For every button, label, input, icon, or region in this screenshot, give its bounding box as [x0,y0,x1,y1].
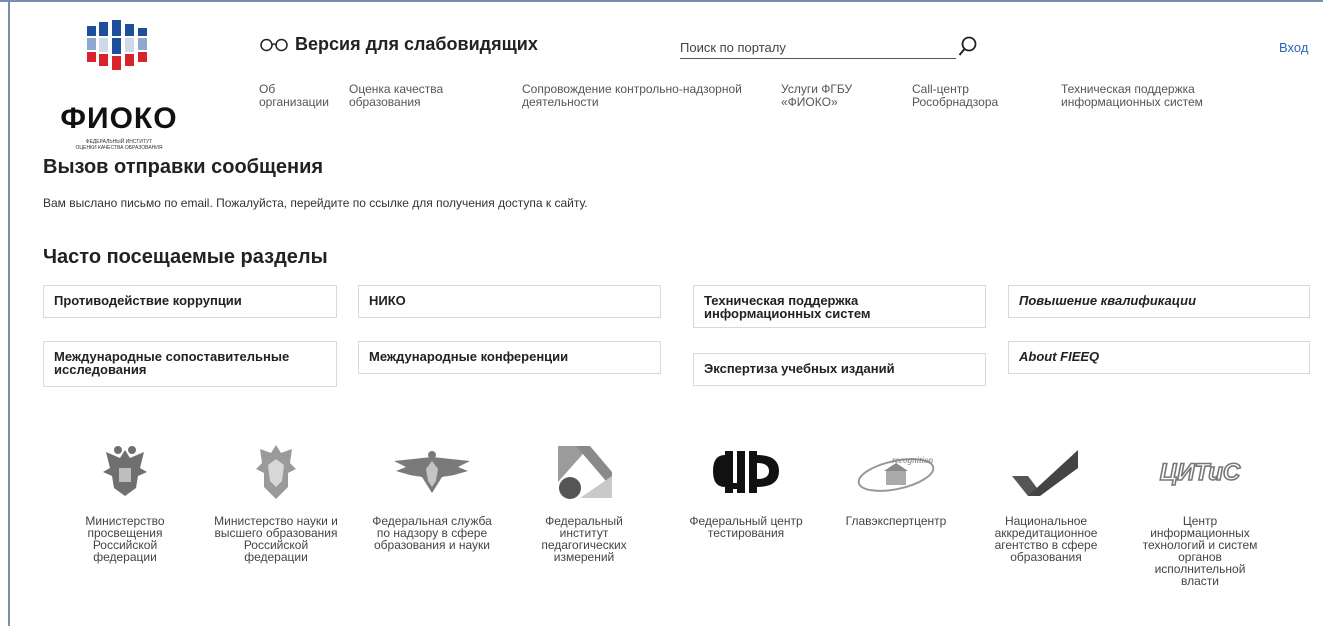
login-link[interactable]: Вход [1279,40,1308,55]
nav-tech-support[interactable]: Техническая поддержка информационных сис… [1061,83,1203,109]
section-card-textbook-expertise[interactable]: Экспертиза учебных изданий [693,353,986,386]
logo-subtitle-line-2: ОЦЕНКИ КАЧЕСТВА ОБРАЗОВАНИЯ [75,145,163,151]
card-label: About FIEEQ [1019,349,1100,364]
nav-call-center[interactable]: Call-центр Рособрнадзора [912,83,998,109]
card-label: исследования [54,362,147,377]
nav-services[interactable]: Услуги ФГБУ «ФИОКО» [781,83,852,109]
partner-caption-line: федерации [244,550,308,564]
partner-caption-line: Главэкспертцентр [845,514,947,528]
window-left-border [8,0,10,626]
nav-label-line: деятельности [522,95,599,109]
section-card-tech-support[interactable]: Техническая поддержка информационных сис… [693,285,986,328]
partner-glavexpertcenter[interactable]: recognition Главэкспертцентр [826,437,966,527]
section-card-niko[interactable]: НИКО [358,285,661,318]
card-label: НИКО [369,293,406,308]
partner-ministry-science[interactable]: Министерство науки и высшего образования… [206,437,346,563]
ftc-logo-icon [713,451,779,493]
logo-wordmark: ФИОКО [60,102,178,135]
partner-ftc[interactable]: Федеральный центр тестирования [676,437,816,539]
nav-label-line: образования [349,95,421,109]
card-label: Международные конференции [369,349,569,364]
partner-citis[interactable]: ЦИТиС Центр информационных технологий и … [1130,437,1270,587]
recognition-logo-icon: recognition [857,455,935,492]
card-label: Противодействие коррупции [54,293,242,308]
window-top-border [0,0,1323,2]
nav-supervision-support[interactable]: Сопровождение контрольно-надзорной деяте… [522,83,742,109]
partner-caption-line: федерации [93,550,157,564]
nav-label-line: информационных систем [1061,95,1203,109]
nav-label-line: организации [259,95,329,109]
section-card-international-studies[interactable]: Международные сопоставительные исследова… [43,341,337,387]
eagle-crest-icon [256,445,296,499]
winged-emblem-icon [394,451,470,493]
glasses-icon [260,38,288,51]
nav-label-line: «ФИОКО» [781,95,838,109]
partner-rosobrnadzor[interactable]: Федеральная служба по надзору в сфере об… [362,437,502,551]
svg-text:recognition: recognition [892,455,934,465]
partner-caption-line: измерений [553,550,615,564]
fip-logo-icon [558,446,612,499]
site-logo[interactable]: ФИОКО ФЕДЕРАЛЬНЫЙ ИНСТИТУТ ОЦЕНКИ КАЧЕСТ… [54,20,184,151]
logo-mark-icon [87,20,147,70]
search-input[interactable] [680,36,956,59]
page-title: Вызов отправки сообщения [43,156,324,178]
partner-caption-line: образования и науки [373,538,491,552]
partner-fipi[interactable]: Федеральный институт педагогических изме… [514,437,654,563]
eagle-emblem-icon [103,446,147,496]
sections-heading: Часто посещаемые разделы [43,246,328,268]
card-label: Экспертиза учебных изданий [704,361,895,376]
svg-text:ЦИТиС: ЦИТиС [1160,459,1241,486]
partner-ministry-enlightenment[interactable]: Министерство просвещения Российской феде… [55,437,195,563]
section-card-anticorruption[interactable]: Противодействие коррупции [43,285,337,318]
partner-accreditation-agency[interactable]: Национальное аккредитационное агентство … [976,437,1116,563]
low-vision-label: Версия для слабовидящих [295,34,538,54]
section-card-qualification[interactable]: Повышение квалификации [1008,285,1310,318]
partner-caption-line: образования [1010,550,1082,564]
card-label: информационных систем [704,306,871,321]
partner-caption-line: власти [1181,574,1219,588]
citis-logo-icon: ЦИТиС [1159,458,1242,487]
checkmark-logo-icon [1012,450,1078,496]
partner-caption-line: тестирования [707,526,785,540]
nav-label-line: Рособрнадзора [912,95,999,109]
nav-about[interactable]: Об организации [259,83,329,109]
search-box [680,34,980,60]
status-message: Вам выслано письмо по email. Пожалуйста,… [43,196,588,210]
search-icon[interactable] [958,36,978,58]
low-vision-link[interactable]: Версия для слабовидящих [259,34,538,55]
section-card-conferences[interactable]: Международные конференции [358,341,661,374]
card-label: Повышение квалификации [1019,293,1197,308]
nav-quality-assessment[interactable]: Оценка качества образования [349,83,443,109]
logo-subtitle: ФЕДЕРАЛЬНЫЙ ИНСТИТУТ ОЦЕНКИ КАЧЕСТВА ОБР… [54,139,184,151]
section-card-about-fieeq[interactable]: About FIEEQ [1008,341,1310,374]
